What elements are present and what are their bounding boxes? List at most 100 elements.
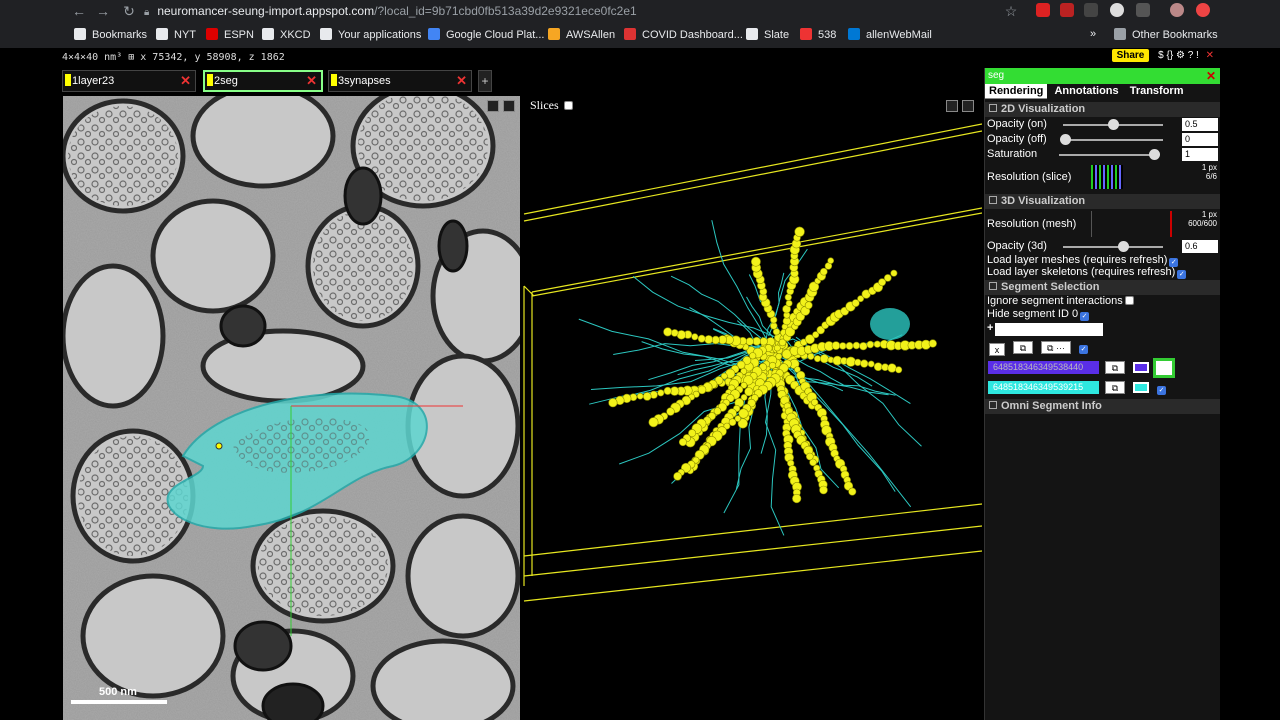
slider-thumb[interactable] (1108, 119, 1119, 130)
tab-annotations[interactable]: Annotations (1050, 84, 1122, 99)
globe-icon (320, 28, 332, 40)
add-layer-button[interactable]: + (478, 70, 492, 92)
synapse-marker (873, 340, 881, 348)
panel-layout-button[interactable] (946, 100, 958, 112)
opacity-on-slider[interactable] (1063, 119, 1163, 130)
bookmark-your-applications[interactable]: Your applications (320, 28, 421, 41)
synapse-marker (845, 341, 854, 350)
close-icon[interactable]: ✕ (306, 72, 317, 90)
bookmark-xkcd[interactable]: XKCD (262, 28, 311, 41)
maximize-panel-button[interactable] (962, 100, 974, 112)
bookmark-bookmarks[interactable]: Bookmarks (74, 28, 147, 41)
synapse-marker (804, 301, 813, 310)
close-icon[interactable]: ✕ (1206, 50, 1214, 61)
opacity-3d-row: Opacity (3d) 0.6 (985, 239, 1220, 254)
synapse-marker (819, 354, 829, 364)
3d-view-panel[interactable]: Slices (522, 96, 982, 720)
extension-icon[interactable] (1136, 3, 1150, 17)
ignore-seg-checkbox[interactable] (1124, 296, 1134, 305)
slices-checkbox[interactable] (563, 101, 573, 110)
saturation-slider[interactable] (1059, 149, 1160, 160)
synapse-marker (752, 336, 761, 346)
forward-icon[interactable]: → (92, 2, 114, 20)
clear-segments-button[interactable]: x (989, 343, 1005, 356)
bookmark-538[interactable]: 538 (800, 28, 836, 41)
maximize-panel-button[interactable] (503, 100, 515, 112)
synapse-marker (745, 337, 754, 346)
bookmark-nyt[interactable]: NYT (156, 28, 196, 41)
close-icon[interactable]: ✕ (180, 71, 191, 91)
synapse-marker (845, 356, 856, 367)
copy-segments-button[interactable]: ⧉ (1013, 341, 1033, 354)
saturation-label: Saturation (987, 148, 1038, 160)
section-3d-visualization[interactable]: 3D Visualization (985, 194, 1220, 209)
copy-segment-icon[interactable]: ⧉ (1105, 361, 1125, 374)
resolution-slice-widget[interactable] (1091, 165, 1123, 189)
toggle-all-checkbox[interactable]: ✓ (1079, 345, 1088, 354)
section-2d-visualization[interactable]: 2D Visualization (985, 102, 1220, 117)
segment-id-button[interactable]: 648518346349538440 (988, 361, 1099, 374)
reload-icon[interactable]: ↻ (118, 2, 140, 20)
slider-thumb[interactable] (1149, 149, 1160, 160)
slider-thumb[interactable] (1118, 241, 1129, 252)
extension-icon[interactable] (1036, 3, 1050, 17)
slider-thumb[interactable] (1060, 134, 1071, 145)
section-omni-segment-info[interactable]: Omni Segment Info (985, 399, 1220, 414)
segment-visibility-checkbox[interactable]: ✓ (1157, 386, 1166, 395)
star-icon (74, 28, 86, 40)
bookmark-awsallen[interactable]: AWSAllen (548, 28, 615, 41)
bookmark-google-cloud-plat[interactable]: Google Cloud Plat... (428, 28, 544, 41)
bookmark-star-icon[interactable]: ☆ (1000, 2, 1022, 20)
bookmark-slate[interactable]: Slate (746, 28, 789, 41)
bookmark-espn[interactable]: ESPN (206, 28, 254, 41)
opacity-off-slider[interactable] (1060, 134, 1163, 145)
opacity-3d-input[interactable]: 0.6 (1182, 240, 1218, 253)
opacity-on-input[interactable]: 0.5 (1182, 118, 1218, 131)
bookmark-covid-dashboard[interactable]: COVID Dashboard... (624, 28, 743, 41)
other-bookmarks-folder[interactable]: Other Bookmarks (1114, 28, 1218, 41)
profile-avatar[interactable] (1170, 3, 1184, 17)
url-host: neuromancer-seung-import.appspot.com (157, 4, 375, 18)
panel-layout-button[interactable] (487, 100, 499, 112)
resolution-mesh-widget[interactable] (1091, 211, 1172, 237)
outlook-icon (848, 28, 860, 40)
synapse-marker (819, 485, 828, 495)
opacity-3d-slider[interactable] (1063, 241, 1163, 252)
more-bookmarks-icon[interactable]: » (1090, 28, 1096, 40)
slice-view-panel[interactable]: 500 nm (63, 96, 520, 720)
load-meshes-label: Load layer meshes (requires refresh) (987, 254, 1168, 266)
section-segment-selection[interactable]: Segment Selection (985, 280, 1220, 295)
back-icon[interactable]: ← (68, 2, 90, 20)
layer-name-input[interactable]: seg ✕ (985, 68, 1220, 84)
layer-tab-synapses[interactable]: 3synapses ✕ (328, 70, 472, 92)
opacity-off-input[interactable]: 0 (1182, 133, 1218, 146)
xkcd-icon (262, 28, 274, 40)
add-segment-input[interactable] (995, 323, 1103, 336)
close-icon[interactable]: ✕ (1206, 68, 1216, 84)
synapse-marker (678, 438, 687, 447)
close-icon[interactable]: ✕ (456, 71, 467, 91)
extension-icon[interactable] (1060, 3, 1074, 17)
synapse-marker (883, 274, 892, 282)
segment-visibility-checkbox[interactable] (1153, 358, 1175, 378)
tab-rendering[interactable]: Rendering (985, 84, 1048, 99)
layer-tab-layer23[interactable]: 1layer23 ✕ (62, 70, 196, 92)
extension-icon[interactable] (1084, 3, 1098, 17)
segment-color-swatch[interactable] (1133, 362, 1149, 373)
chrome-update-icon[interactable] (1196, 3, 1210, 17)
bookmark-allenwebmail[interactable]: allenWebMail (848, 28, 932, 41)
segment-id-button[interactable]: 648518346349539215 (988, 381, 1099, 394)
extension-icon[interactable] (1110, 3, 1124, 17)
copy-all-segments-button[interactable]: ⧉ ⋯ (1041, 341, 1071, 354)
share-button[interactable]: Share (1111, 49, 1150, 62)
copy-segment-icon[interactable]: ⧉ (1105, 381, 1125, 394)
synapse-marker (854, 358, 862, 367)
segment-color-swatch[interactable] (1133, 382, 1149, 393)
address-bar[interactable]: 🔒︎ neuromancer-seung-import.appspot.com/?… (144, 2, 1024, 20)
layer-tab-seg[interactable]: 2seg ✕ (203, 70, 323, 92)
hide-seg0-checkbox[interactable]: ✓ (1080, 312, 1090, 321)
tab-transform[interactable]: Transform (1126, 84, 1188, 99)
load-skeletons-checkbox[interactable]: ✓ (1177, 270, 1187, 279)
toolbar-icons[interactable]: $ {} ⚙ ? ! (1158, 50, 1199, 61)
panel-tabs: Rendering Annotations Transform (985, 84, 1220, 100)
